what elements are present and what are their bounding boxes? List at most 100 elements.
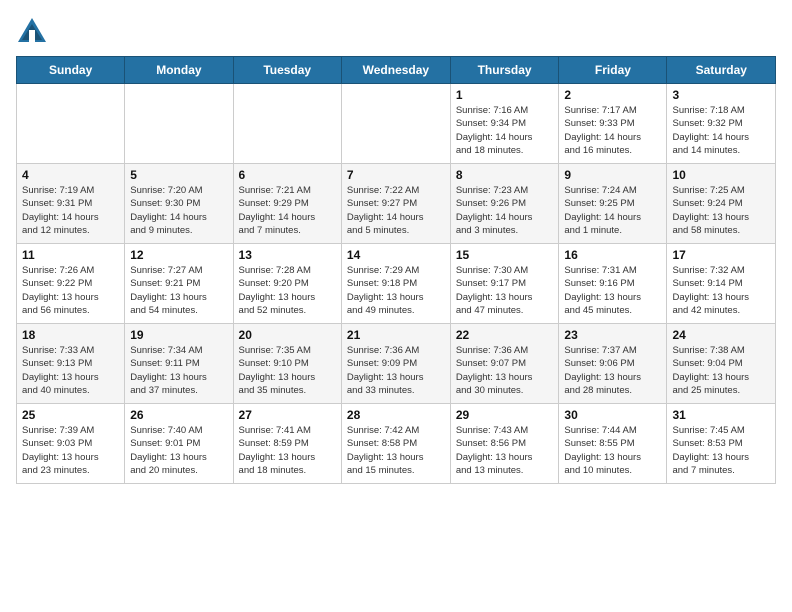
calendar-day-cell: 9Sunrise: 7:24 AM Sunset: 9:25 PM Daylig… (559, 164, 667, 244)
calendar-day-cell: 24 Sunrise: 7:38 AM Sunset: 9:04 PM Dayli… (667, 324, 776, 404)
day-info: Sunrise: 7:26 AM Sunset: 9:22 PM Dayligh… (22, 264, 119, 317)
day-info: Sunrise: 7:39 AM Sunset: 9:03 PM Dayligh… (22, 424, 119, 477)
day-info: Sunrise: 7:27 AM Sunset: 9:21 PM Dayligh… (130, 264, 227, 317)
day-info: Sunrise: 7:42 AM Sunset: 8:58 PM Dayligh… (347, 424, 445, 477)
calendar-day-cell: 28 Sunrise: 7:42 AM Sunset: 8:58 PM Dayli… (341, 404, 450, 484)
calendar-day-cell: 7Sunrise: 7:22 AM Sunset: 9:27 PM Daylig… (341, 164, 450, 244)
day-of-week-header: Sunday (17, 57, 125, 84)
day-info: Sunrise: 7:28 AM Sunset: 9:20 PM Dayligh… (239, 264, 336, 317)
day-number: 28 (347, 408, 445, 422)
logo-icon (16, 16, 48, 44)
day-info: Sunrise: 7:41 AM Sunset: 8:59 PM Dayligh… (239, 424, 336, 477)
day-info: Sunrise: 7:40 AM Sunset: 9:01 PM Dayligh… (130, 424, 227, 477)
day-number: 15 (456, 248, 554, 262)
day-number: 30 (564, 408, 661, 422)
calendar-body: 1Sunrise: 7:16 AM Sunset: 9:34 PM Daylig… (17, 84, 776, 484)
calendar-day-cell: 2 Sunrise: 7:17 AM Sunset: 9:33 PM Daylig… (559, 84, 667, 164)
day-number: 4 (22, 168, 119, 182)
calendar-day-cell (17, 84, 125, 164)
day-info: Sunrise: 7:21 AM Sunset: 9:29 PM Dayligh… (239, 184, 336, 237)
calendar-day-cell (341, 84, 450, 164)
calendar-day-cell: 23 Sunrise: 7:37 AM Sunset: 9:06 PM Dayli… (559, 324, 667, 404)
day-info: Sunrise: 7:43 AM Sunset: 8:56 PM Dayligh… (456, 424, 554, 477)
header-row: SundayMondayTuesdayWednesdayThursdayFrid… (17, 57, 776, 84)
day-number: 21 (347, 328, 445, 342)
day-number: 12 (130, 248, 227, 262)
day-info: Sunrise: 7:36 AM Sunset: 9:09 PM Dayligh… (347, 344, 445, 397)
calendar-day-cell: 26 Sunrise: 7:40 AM Sunset: 9:01 PM Dayli… (125, 404, 233, 484)
calendar-day-cell: 6 Sunrise: 7:21 AM Sunset: 9:29 PM Daylig… (233, 164, 341, 244)
day-info: Sunrise: 7:35 AM Sunset: 9:10 PM Dayligh… (239, 344, 336, 397)
day-info: Sunrise: 7:33 AM Sunset: 9:13 PM Dayligh… (22, 344, 119, 397)
calendar-day-cell: 5 Sunrise: 7:20 AM Sunset: 9:30 PM Daylig… (125, 164, 233, 244)
calendar-day-cell: 4 Sunrise: 7:19 AM Sunset: 9:31 PM Daylig… (17, 164, 125, 244)
day-info: Sunrise: 7:30 AM Sunset: 9:17 PM Dayligh… (456, 264, 554, 317)
day-number: 5 (130, 168, 227, 182)
day-info: Sunrise: 7:23 AM Sunset: 9:26 PM Dayligh… (456, 184, 554, 237)
calendar-day-cell: 21 Sunrise: 7:36 AM Sunset: 9:09 PM Dayli… (341, 324, 450, 404)
day-info: Sunrise: 7:36 AM Sunset: 9:07 PM Dayligh… (456, 344, 554, 397)
day-number: 18 (22, 328, 119, 342)
day-of-week-header: Tuesday (233, 57, 341, 84)
calendar-day-cell: 19Sunrise: 7:34 AM Sunset: 9:11 PM Dayli… (125, 324, 233, 404)
day-number: 2 (564, 88, 661, 102)
day-number: 20 (239, 328, 336, 342)
day-info: Sunrise: 7:32 AM Sunset: 9:14 PM Dayligh… (672, 264, 770, 317)
day-number: 23 (564, 328, 661, 342)
day-number: 25 (22, 408, 119, 422)
day-info: Sunrise: 7:37 AM Sunset: 9:06 PM Dayligh… (564, 344, 661, 397)
calendar-day-cell: 11 Sunrise: 7:26 AM Sunset: 9:22 PM Dayli… (17, 244, 125, 324)
calendar-day-cell: 1Sunrise: 7:16 AM Sunset: 9:34 PM Daylig… (450, 84, 559, 164)
calendar-week-row: 25 Sunrise: 7:39 AM Sunset: 9:03 PM Dayli… (17, 404, 776, 484)
day-number: 17 (672, 248, 770, 262)
calendar-day-cell: 15 Sunrise: 7:30 AM Sunset: 9:17 PM Dayli… (450, 244, 559, 324)
day-of-week-header: Thursday (450, 57, 559, 84)
day-of-week-header: Friday (559, 57, 667, 84)
day-number: 24 (672, 328, 770, 342)
day-of-week-header: Wednesday (341, 57, 450, 84)
day-number: 22 (456, 328, 554, 342)
day-number: 7 (347, 168, 445, 182)
calendar-day-cell: 16 Sunrise: 7:31 AM Sunset: 9:16 PM Dayli… (559, 244, 667, 324)
calendar-day-cell: 13 Sunrise: 7:28 AM Sunset: 9:20 PM Dayli… (233, 244, 341, 324)
calendar-day-cell: 8 Sunrise: 7:23 AM Sunset: 9:26 PM Daylig… (450, 164, 559, 244)
day-number: 14 (347, 248, 445, 262)
calendar-day-cell (233, 84, 341, 164)
day-number: 10 (672, 168, 770, 182)
day-number: 16 (564, 248, 661, 262)
day-info: Sunrise: 7:31 AM Sunset: 9:16 PM Dayligh… (564, 264, 661, 317)
logo (16, 16, 52, 44)
day-info: Sunrise: 7:44 AM Sunset: 8:55 PM Dayligh… (564, 424, 661, 477)
page-header (16, 16, 776, 44)
day-info: Sunrise: 7:17 AM Sunset: 9:33 PM Dayligh… (564, 104, 661, 157)
day-number: 13 (239, 248, 336, 262)
calendar-day-cell: 27Sunrise: 7:41 AM Sunset: 8:59 PM Dayli… (233, 404, 341, 484)
calendar-week-row: 18 Sunrise: 7:33 AM Sunset: 9:13 PM Dayli… (17, 324, 776, 404)
calendar-day-cell: 30 Sunrise: 7:44 AM Sunset: 8:55 PM Dayli… (559, 404, 667, 484)
calendar-table: SundayMondayTuesdayWednesdayThursdayFrid… (16, 56, 776, 484)
calendar-day-cell: 14 Sunrise: 7:29 AM Sunset: 9:18 PM Dayli… (341, 244, 450, 324)
day-info: Sunrise: 7:19 AM Sunset: 9:31 PM Dayligh… (22, 184, 119, 237)
day-of-week-header: Saturday (667, 57, 776, 84)
day-info: Sunrise: 7:45 AM Sunset: 8:53 PM Dayligh… (672, 424, 770, 477)
calendar-day-cell: 31Sunrise: 7:45 AM Sunset: 8:53 PM Dayli… (667, 404, 776, 484)
day-number: 6 (239, 168, 336, 182)
calendar-day-cell: 3Sunrise: 7:18 AM Sunset: 9:32 PM Daylig… (667, 84, 776, 164)
day-info: Sunrise: 7:20 AM Sunset: 9:30 PM Dayligh… (130, 184, 227, 237)
calendar-day-cell: 18 Sunrise: 7:33 AM Sunset: 9:13 PM Dayli… (17, 324, 125, 404)
calendar-day-cell: 22 Sunrise: 7:36 AM Sunset: 9:07 PM Dayli… (450, 324, 559, 404)
day-info: Sunrise: 7:24 AM Sunset: 9:25 PM Dayligh… (564, 184, 661, 237)
calendar-week-row: 1Sunrise: 7:16 AM Sunset: 9:34 PM Daylig… (17, 84, 776, 164)
calendar-day-cell: 29Sunrise: 7:43 AM Sunset: 8:56 PM Dayli… (450, 404, 559, 484)
day-info: Sunrise: 7:16 AM Sunset: 9:34 PM Dayligh… (456, 104, 554, 157)
day-info: Sunrise: 7:18 AM Sunset: 9:32 PM Dayligh… (672, 104, 770, 157)
day-info: Sunrise: 7:29 AM Sunset: 9:18 PM Dayligh… (347, 264, 445, 317)
calendar-day-cell: 12 Sunrise: 7:27 AM Sunset: 9:21 PM Dayli… (125, 244, 233, 324)
day-number: 26 (130, 408, 227, 422)
calendar-day-cell: 10Sunrise: 7:25 AM Sunset: 9:24 PM Dayli… (667, 164, 776, 244)
day-info: Sunrise: 7:38 AM Sunset: 9:04 PM Dayligh… (672, 344, 770, 397)
day-number: 8 (456, 168, 554, 182)
day-number: 11 (22, 248, 119, 262)
calendar-day-cell: 17 Sunrise: 7:32 AM Sunset: 9:14 PM Dayli… (667, 244, 776, 324)
calendar-week-row: 11 Sunrise: 7:26 AM Sunset: 9:22 PM Dayli… (17, 244, 776, 324)
